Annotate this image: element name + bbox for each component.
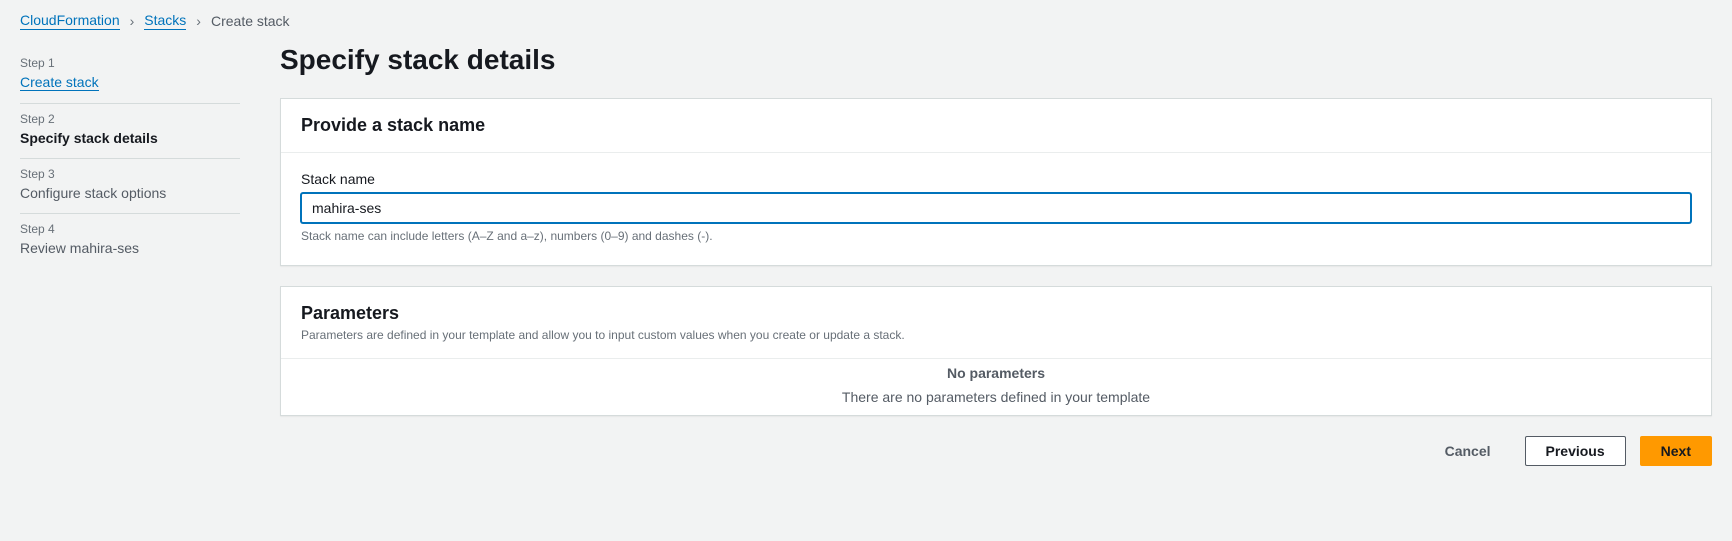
sidebar-step-3: Step 3 Configure stack options bbox=[20, 159, 240, 214]
breadcrumb-current: Create stack bbox=[211, 13, 290, 29]
step-title: Review mahira-ses bbox=[20, 240, 240, 256]
stack-name-label: Stack name bbox=[301, 171, 1691, 187]
no-parameters-desc: There are no parameters defined in your … bbox=[281, 389, 1711, 405]
sidebar-step-2: Step 2 Specify stack details bbox=[20, 104, 240, 159]
panel-heading: Parameters bbox=[301, 303, 1691, 324]
chevron-right-icon: › bbox=[196, 13, 201, 29]
chevron-right-icon: › bbox=[130, 13, 135, 29]
sidebar-step-4: Step 4 Review mahira-ses bbox=[20, 214, 240, 268]
page-title: Specify stack details bbox=[280, 44, 1712, 76]
step-label: Step 2 bbox=[20, 112, 240, 126]
step-label: Step 4 bbox=[20, 222, 240, 236]
step-label: Step 3 bbox=[20, 167, 240, 181]
panel-heading: Provide a stack name bbox=[301, 115, 1691, 136]
next-button[interactable]: Next bbox=[1640, 436, 1712, 466]
sidebar-step-1[interactable]: Step 1 Create stack bbox=[20, 48, 240, 104]
no-parameters-title: No parameters bbox=[281, 365, 1711, 381]
stack-name-input[interactable] bbox=[301, 193, 1691, 223]
step-title: Configure stack options bbox=[20, 185, 240, 201]
wizard-sidebar: Step 1 Create stack Step 2 Specify stack… bbox=[20, 48, 240, 466]
step-title: Specify stack details bbox=[20, 130, 240, 146]
previous-button[interactable]: Previous bbox=[1525, 436, 1626, 466]
breadcrumb-link-cloudformation[interactable]: CloudFormation bbox=[20, 12, 120, 30]
step-label: Step 1 bbox=[20, 56, 240, 70]
step-title[interactable]: Create stack bbox=[20, 74, 99, 91]
parameters-panel: Parameters Parameters are defined in you… bbox=[280, 286, 1712, 416]
wizard-actions: Cancel Previous Next bbox=[280, 436, 1712, 466]
breadcrumb-link-stacks[interactable]: Stacks bbox=[144, 12, 186, 30]
stack-name-panel: Provide a stack name Stack name Stack na… bbox=[280, 98, 1712, 266]
cancel-button[interactable]: Cancel bbox=[1425, 437, 1511, 465]
stack-name-hint: Stack name can include letters (A–Z and … bbox=[301, 229, 1691, 243]
panel-description: Parameters are defined in your template … bbox=[301, 328, 1691, 342]
breadcrumb: CloudFormation › Stacks › Create stack bbox=[20, 12, 1712, 30]
